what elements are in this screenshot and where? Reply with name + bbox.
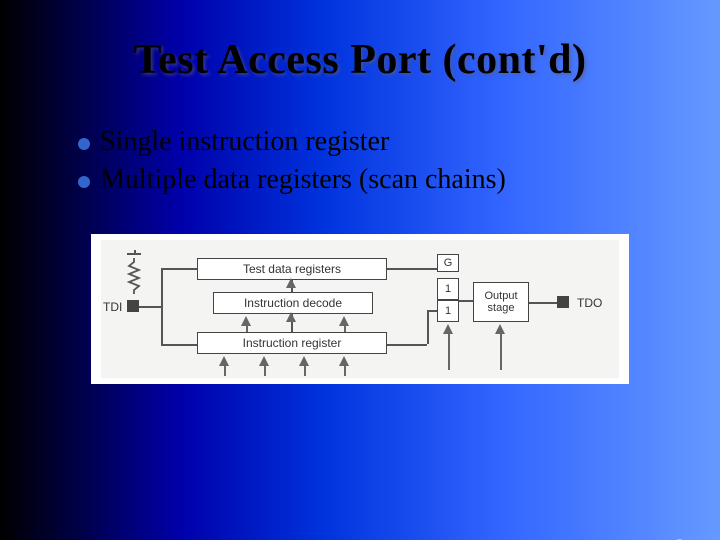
arrow-up-icon (286, 312, 296, 322)
bullet-icon (78, 138, 90, 150)
arrow-up-icon (443, 324, 453, 334)
wire (134, 250, 136, 254)
wire (387, 344, 427, 346)
tdi-pad (127, 300, 139, 312)
arrow-up-icon (219, 356, 229, 366)
wire (161, 344, 197, 346)
mux-bot-block: 1 (437, 300, 459, 322)
arrow-up-icon (241, 316, 251, 326)
arrow-up-icon (339, 316, 349, 326)
bullet-text: Multiple data registers (scan chains) (100, 164, 506, 196)
tdo-label: TDO (577, 296, 602, 310)
wire (387, 268, 437, 270)
diagram-canvas: TDI Test data registers Instruction deco… (101, 240, 619, 378)
arrow-up-icon (495, 324, 505, 334)
wire (224, 366, 226, 376)
instruction-decode-block: Instruction decode (213, 292, 373, 314)
wire (427, 310, 437, 312)
wire (139, 306, 161, 308)
tdi-label: TDI (103, 300, 122, 314)
output-stage-block: Output stage (473, 282, 529, 322)
diagram: TDI Test data registers Instruction deco… (91, 234, 629, 384)
bullet-list: Single instruction register Multiple dat… (78, 126, 720, 196)
pullup-resistor-icon (127, 258, 141, 294)
wire (459, 300, 473, 302)
wire (161, 268, 197, 270)
slide-title: Test Access Port (cont'd) (0, 36, 720, 84)
list-item: Multiple data registers (scan chains) (78, 164, 720, 196)
test-data-registers-block: Test data registers (197, 258, 387, 280)
tdo-pad (557, 296, 569, 308)
wire (264, 366, 266, 376)
wire (448, 334, 450, 370)
arrow-up-icon (299, 356, 309, 366)
wire (344, 366, 346, 376)
bullet-text: Single instruction register (100, 126, 389, 158)
wire (529, 302, 557, 304)
bullet-icon (78, 176, 90, 188)
arrow-up-icon (339, 356, 349, 366)
wire (246, 326, 248, 332)
arrow-up-icon (286, 278, 296, 288)
wire (427, 310, 429, 344)
g-block: G (437, 254, 459, 272)
arrow-up-icon (259, 356, 269, 366)
page-number: 8 (675, 535, 684, 540)
wire (161, 268, 163, 344)
wire (500, 334, 502, 370)
list-item: Single instruction register (78, 126, 720, 158)
wire (304, 366, 306, 376)
instruction-register-block: Instruction register (197, 332, 387, 354)
mux-top-block: 1 (437, 278, 459, 300)
wire (344, 326, 346, 332)
